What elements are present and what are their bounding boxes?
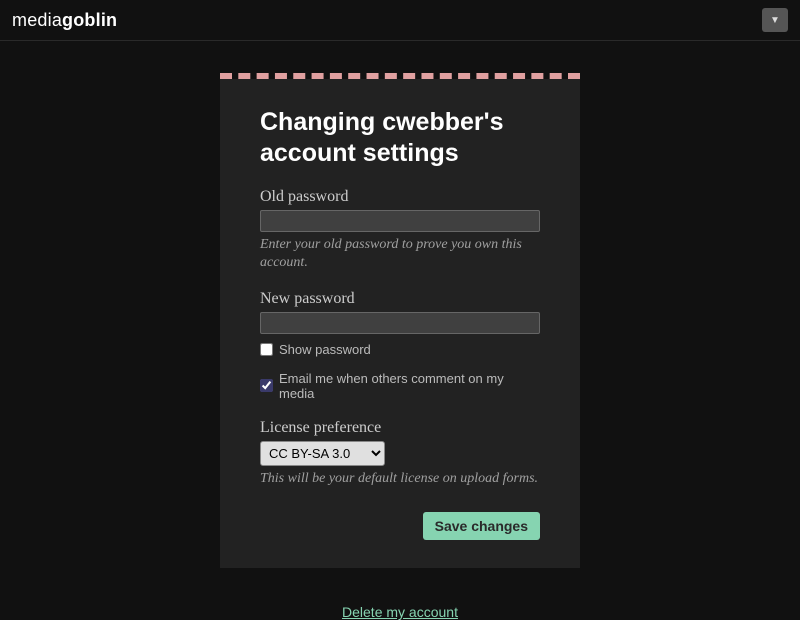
logo[interactable]: mediagoblin xyxy=(12,10,117,31)
license-helper: This will be your default license on upl… xyxy=(260,470,540,488)
dropdown-menu-button[interactable]: ▼ xyxy=(762,8,788,32)
logo-text-bold: goblin xyxy=(62,10,117,30)
logo-text-plain: media xyxy=(12,10,62,30)
save-button[interactable]: Save changes xyxy=(423,512,540,540)
page-title: Changing cwebber's account settings xyxy=(260,107,540,170)
chevron-down-icon: ▼ xyxy=(770,15,780,26)
settings-panel: Changing cwebber's account settings Old … xyxy=(220,79,580,568)
new-password-input[interactable] xyxy=(260,312,540,334)
main-content: Changing cwebber's account settings Old … xyxy=(0,41,800,620)
delete-account-link[interactable]: Delete my account xyxy=(342,604,458,620)
email-comments-checkbox[interactable] xyxy=(260,379,273,392)
license-select[interactable]: CC BY-SA 3.0 xyxy=(260,441,385,466)
license-block: License preference CC BY-SA 3.0 This wil… xyxy=(260,419,540,488)
new-password-block: New password Show password xyxy=(260,290,540,357)
show-password-row: Show password xyxy=(260,342,540,357)
panel-wrapper: Changing cwebber's account settings Old … xyxy=(220,73,580,568)
new-password-label: New password xyxy=(260,290,540,308)
show-password-label: Show password xyxy=(279,342,371,357)
old-password-helper: Enter your old password to prove you own… xyxy=(260,236,540,272)
save-row: Save changes xyxy=(260,512,540,540)
old-password-input[interactable] xyxy=(260,210,540,232)
show-password-checkbox[interactable] xyxy=(260,343,273,356)
old-password-label: Old password xyxy=(260,188,540,206)
topbar: mediagoblin ▼ xyxy=(0,0,800,41)
email-comments-row: Email me when others comment on my media xyxy=(260,371,540,401)
license-label: License preference xyxy=(260,419,540,437)
old-password-block: Old password Enter your old password to … xyxy=(260,188,540,272)
email-comments-label: Email me when others comment on my media xyxy=(279,371,540,401)
